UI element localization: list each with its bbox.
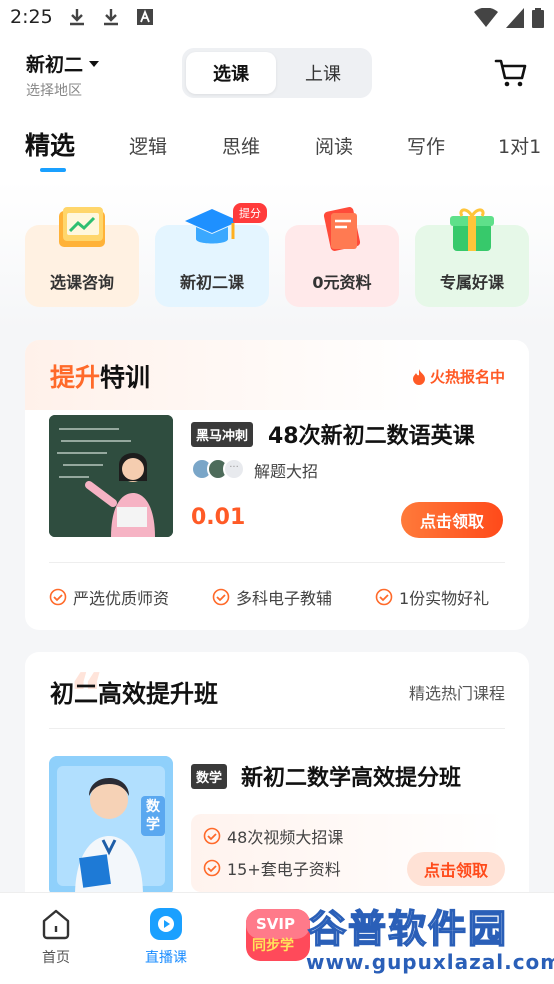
home-icon	[42, 909, 70, 940]
quick-entry-free-material[interactable]: 0元资料	[285, 207, 399, 307]
course-thumbnail[interactable]	[49, 415, 173, 537]
site-watermark: 谷普软件园 www.gupuxlazal.com	[300, 898, 554, 978]
claim-button[interactable]: 点击领取	[407, 852, 505, 886]
tab-logic[interactable]: 逻辑	[129, 132, 167, 159]
course-price: 0.01	[191, 505, 246, 530]
category-tabs: 精选 逻辑 思维 阅读 写作 1对1	[0, 110, 554, 180]
check-circle-icon	[375, 588, 393, 606]
course-subtitle: 解题大招	[254, 462, 319, 481]
class-card: “ 初二高效提升班 精选热门课程 数学 数学 新初二数学高效提分班 48次视频大…	[25, 652, 529, 912]
book-icon	[323, 207, 361, 251]
course-title[interactable]: 新初二数学高效提分班	[241, 760, 461, 792]
check-circle-icon	[203, 859, 221, 877]
grade-label: 新初二	[26, 54, 84, 76]
feature-item: 严选优质师资	[49, 585, 169, 609]
tab-one-on-one[interactable]: 1对1	[498, 132, 541, 159]
divider	[49, 728, 505, 729]
check-circle-icon	[203, 827, 221, 845]
tab-featured[interactable]: 精选	[25, 126, 75, 162]
feature-item: 48次视频大招课	[203, 824, 343, 848]
nav-live-class[interactable]: 直播课	[126, 907, 206, 967]
quick-entry-label: 0元资料	[312, 273, 372, 292]
quick-entry-label: 专属好课	[439, 273, 504, 292]
feature-item: 多科电子教辅	[212, 585, 332, 609]
hot-enrollment-label: 火热报名中	[412, 366, 505, 387]
flame-icon	[412, 368, 425, 385]
claim-button[interactable]: 点击领取	[401, 502, 503, 538]
status-bar: 2:25	[0, 0, 554, 36]
app-header: 新初二 选择地区 选课 上课	[0, 36, 554, 110]
feature-item: 1份实物好礼	[375, 585, 489, 609]
caret-down-icon	[89, 60, 100, 67]
region-selector[interactable]: 选择地区	[26, 80, 82, 100]
folder-chart-icon	[59, 207, 105, 247]
subject-badge: 数学	[191, 764, 228, 789]
battery-icon	[532, 8, 544, 28]
tab-reading[interactable]: 阅读	[315, 132, 353, 159]
cellular-icon	[506, 8, 524, 28]
boost-badge: 提分	[233, 203, 267, 223]
course-badge: 黑马冲刺	[191, 422, 254, 447]
grade-selector[interactable]: 新初二	[26, 50, 100, 77]
quick-entry-label: 选课咨询	[49, 273, 114, 292]
more-courses-link[interactable]: 精选热门课程	[409, 680, 505, 704]
quick-entry-new-grade[interactable]: 提分 新初二课	[155, 203, 269, 307]
a-notification-icon	[137, 9, 153, 25]
wifi-icon	[474, 8, 498, 27]
status-time: 2:25	[10, 6, 53, 28]
teacher-avatars: ···	[191, 458, 245, 480]
tab-indicator	[40, 168, 66, 172]
download-icon	[104, 9, 118, 26]
feature-item: 15+套电子资料	[203, 856, 341, 880]
promo-title: 提升特训	[50, 363, 151, 392]
teacher-image	[49, 415, 173, 537]
cart-icon[interactable]	[494, 58, 528, 88]
watermark-url: www.gupuxlazal.com	[306, 950, 554, 974]
divider	[49, 562, 505, 563]
segment-attend-class[interactable]: 上课	[278, 52, 368, 94]
svip-sub-label: 同步学	[252, 938, 294, 954]
check-circle-icon	[49, 588, 67, 606]
promo-card: 提升特训 火热报名中 黑马冲刺 48次新初二数语英课 ··· 解题大招 0.01…	[25, 340, 529, 630]
course-title[interactable]: 48次新初二数语英课	[268, 418, 475, 450]
course-features: 48次视频大招课 15+套电子资料 点击领取	[191, 814, 505, 892]
course-thumbnail[interactable]: 数学	[49, 756, 173, 896]
quick-entries: 选课咨询 提分 新初二课 0元资料 专属好课	[0, 180, 554, 330]
quick-entry-label: 新初二课	[179, 273, 244, 292]
download-icon	[70, 9, 84, 26]
svip-label: SVIP	[256, 915, 295, 933]
live-play-icon	[150, 908, 182, 940]
mode-switch: 选课 上课	[182, 48, 372, 98]
tab-writing[interactable]: 写作	[407, 132, 445, 159]
subject-label: 数学	[141, 796, 165, 836]
tab-thinking[interactable]: 思维	[222, 132, 260, 159]
gift-icon	[450, 208, 494, 251]
quick-entry-consult[interactable]: 选课咨询	[25, 207, 139, 307]
quick-entry-exclusive[interactable]: 专属好课	[415, 208, 529, 307]
segment-select-course[interactable]: 选课	[186, 52, 276, 94]
more-avatars-icon: ···	[223, 458, 245, 480]
section-title: 初二高效提升班	[50, 680, 218, 708]
nav-home[interactable]: 首页	[16, 907, 96, 967]
watermark-title: 谷普软件园	[307, 906, 509, 952]
check-circle-icon	[212, 588, 230, 606]
